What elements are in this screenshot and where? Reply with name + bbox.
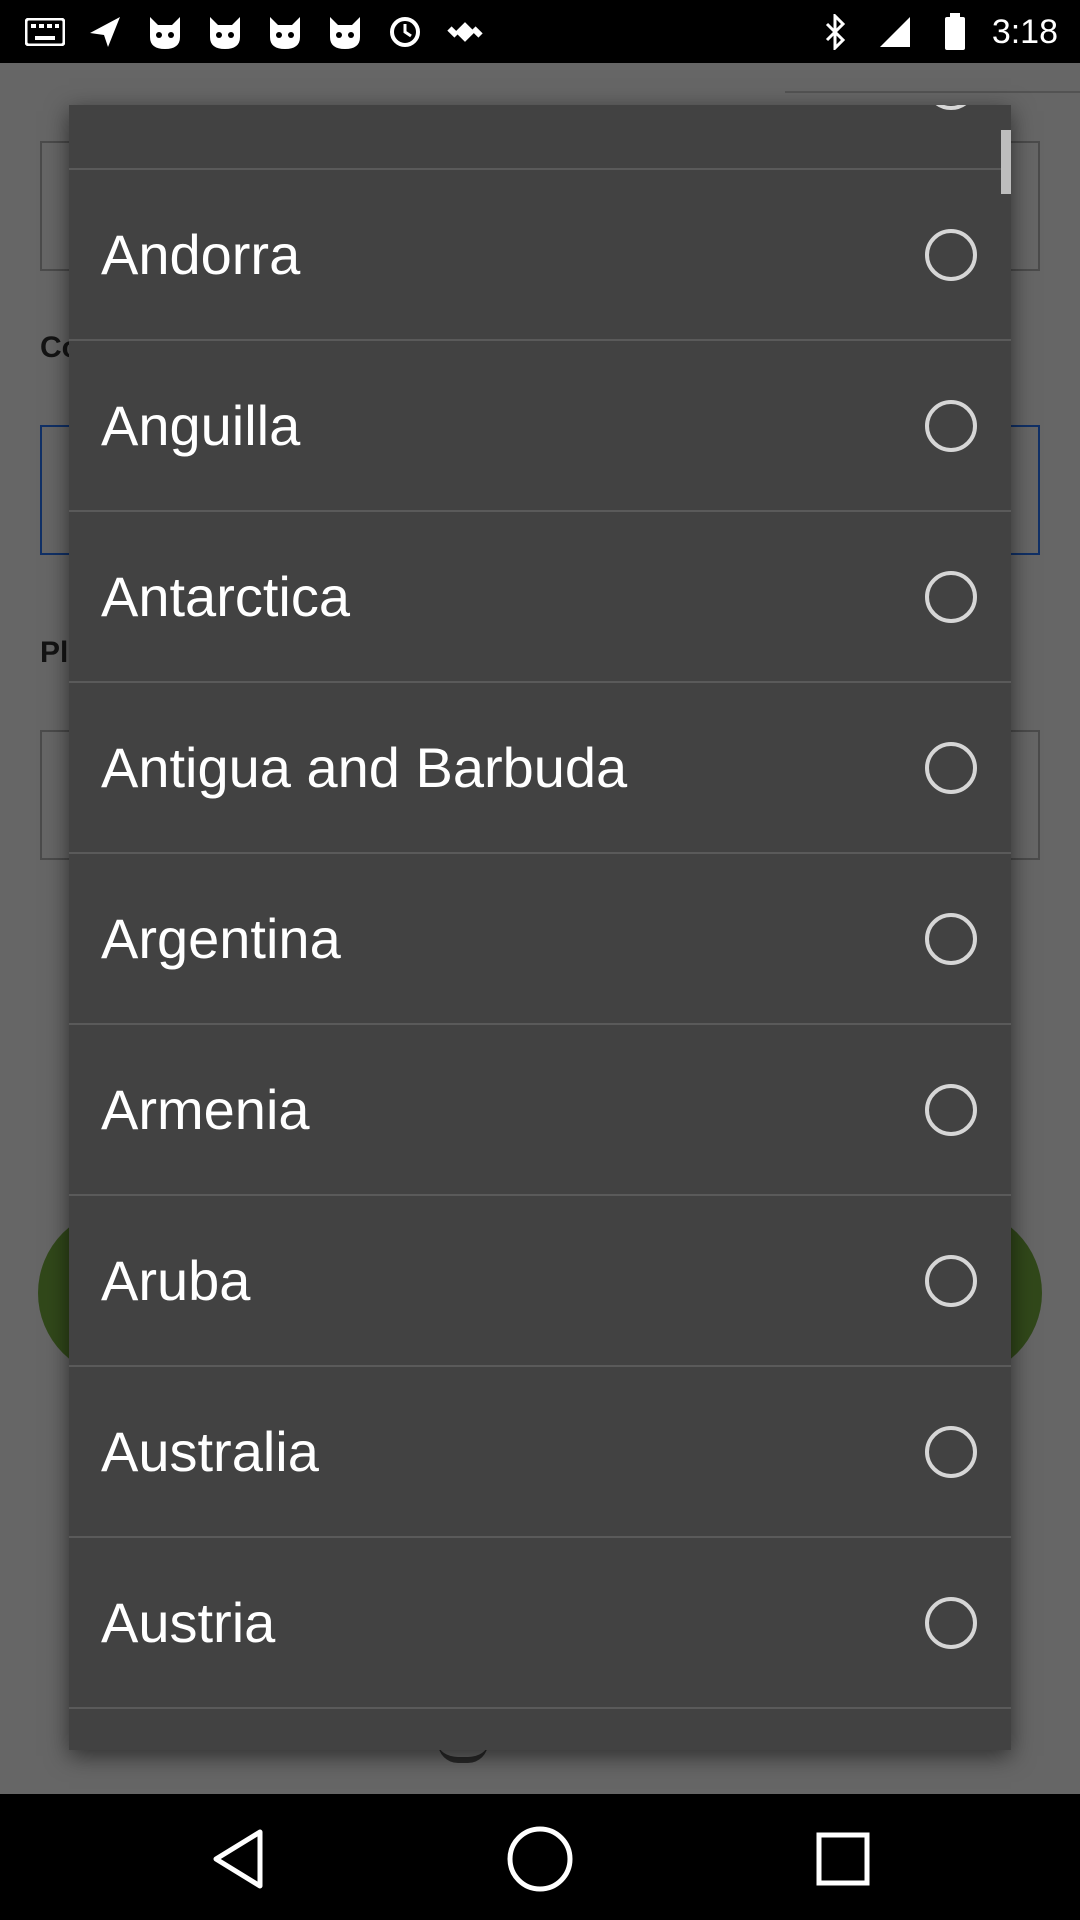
- status-bar: 3:18: [0, 0, 1080, 63]
- list-item[interactable]: Andorra: [69, 170, 1011, 341]
- battery-icon: [932, 12, 978, 52]
- cat-icon: [142, 12, 188, 52]
- list-item[interactable]: Antarctica: [69, 512, 1011, 683]
- navigation-bar: [0, 1794, 1080, 1920]
- list-item[interactable]: Aruba: [69, 1196, 1011, 1367]
- list-item[interactable]: Argentina: [69, 854, 1011, 1025]
- back-icon[interactable]: [198, 1819, 278, 1899]
- sync-icon: [382, 12, 428, 52]
- radio-button[interactable]: [925, 1596, 977, 1649]
- country-label: Andorra: [101, 223, 301, 286]
- radio-button[interactable]: [925, 228, 977, 281]
- country-label: Anguilla: [101, 394, 301, 457]
- cat-icon: [262, 12, 308, 52]
- recents-icon[interactable]: [803, 1819, 883, 1899]
- bluetooth-icon: [812, 12, 858, 52]
- radio-button[interactable]: [925, 741, 977, 794]
- list-item[interactable]: Australia: [69, 1367, 1011, 1538]
- country-label: Aruba: [101, 1249, 251, 1312]
- country-label: Antigua and Barbuda: [101, 736, 628, 799]
- list-item[interactable]: American Samoa: [69, 105, 1011, 170]
- home-icon[interactable]: [500, 1819, 580, 1899]
- country-label: Austria: [101, 1591, 276, 1654]
- radio-button[interactable]: [925, 912, 977, 965]
- list-item[interactable]: Anguilla: [69, 341, 1011, 512]
- system-icons: 3:18: [812, 10, 1058, 54]
- list-item[interactable]: Armenia: [69, 1025, 1011, 1196]
- radio-button[interactable]: [925, 1425, 977, 1478]
- fake-gps-icon: [442, 12, 488, 52]
- radio-button[interactable]: [925, 105, 977, 110]
- keyboard-icon: [22, 12, 68, 52]
- radio-button[interactable]: [925, 399, 977, 452]
- country-label: Argentina: [101, 907, 341, 970]
- radio-button[interactable]: [925, 570, 977, 623]
- radio-button[interactable]: [925, 1083, 977, 1136]
- notification-icons: [22, 10, 488, 54]
- country-label: Armenia: [101, 1078, 310, 1141]
- list-item[interactable]: Antigua and Barbuda: [69, 683, 1011, 854]
- country-list: American Samoa Andorra Anguilla Antarcti…: [69, 105, 1011, 1709]
- cat-icon: [202, 12, 248, 52]
- radio-button[interactable]: [925, 1254, 977, 1307]
- clock: 3:18: [991, 12, 1058, 51]
- scrollbar[interactable]: [1001, 130, 1011, 194]
- country-label: Australia: [101, 1420, 319, 1483]
- signal-icon: [872, 12, 918, 52]
- country-picker-dialog: American Samoa Andorra Anguilla Antarcti…: [69, 105, 1011, 1750]
- send-icon: [82, 12, 128, 52]
- cat-icon: [322, 12, 368, 52]
- country-label: American Samoa: [101, 105, 531, 116]
- country-label: Antarctica: [101, 565, 350, 628]
- list-item[interactable]: Austria: [69, 1538, 1011, 1709]
